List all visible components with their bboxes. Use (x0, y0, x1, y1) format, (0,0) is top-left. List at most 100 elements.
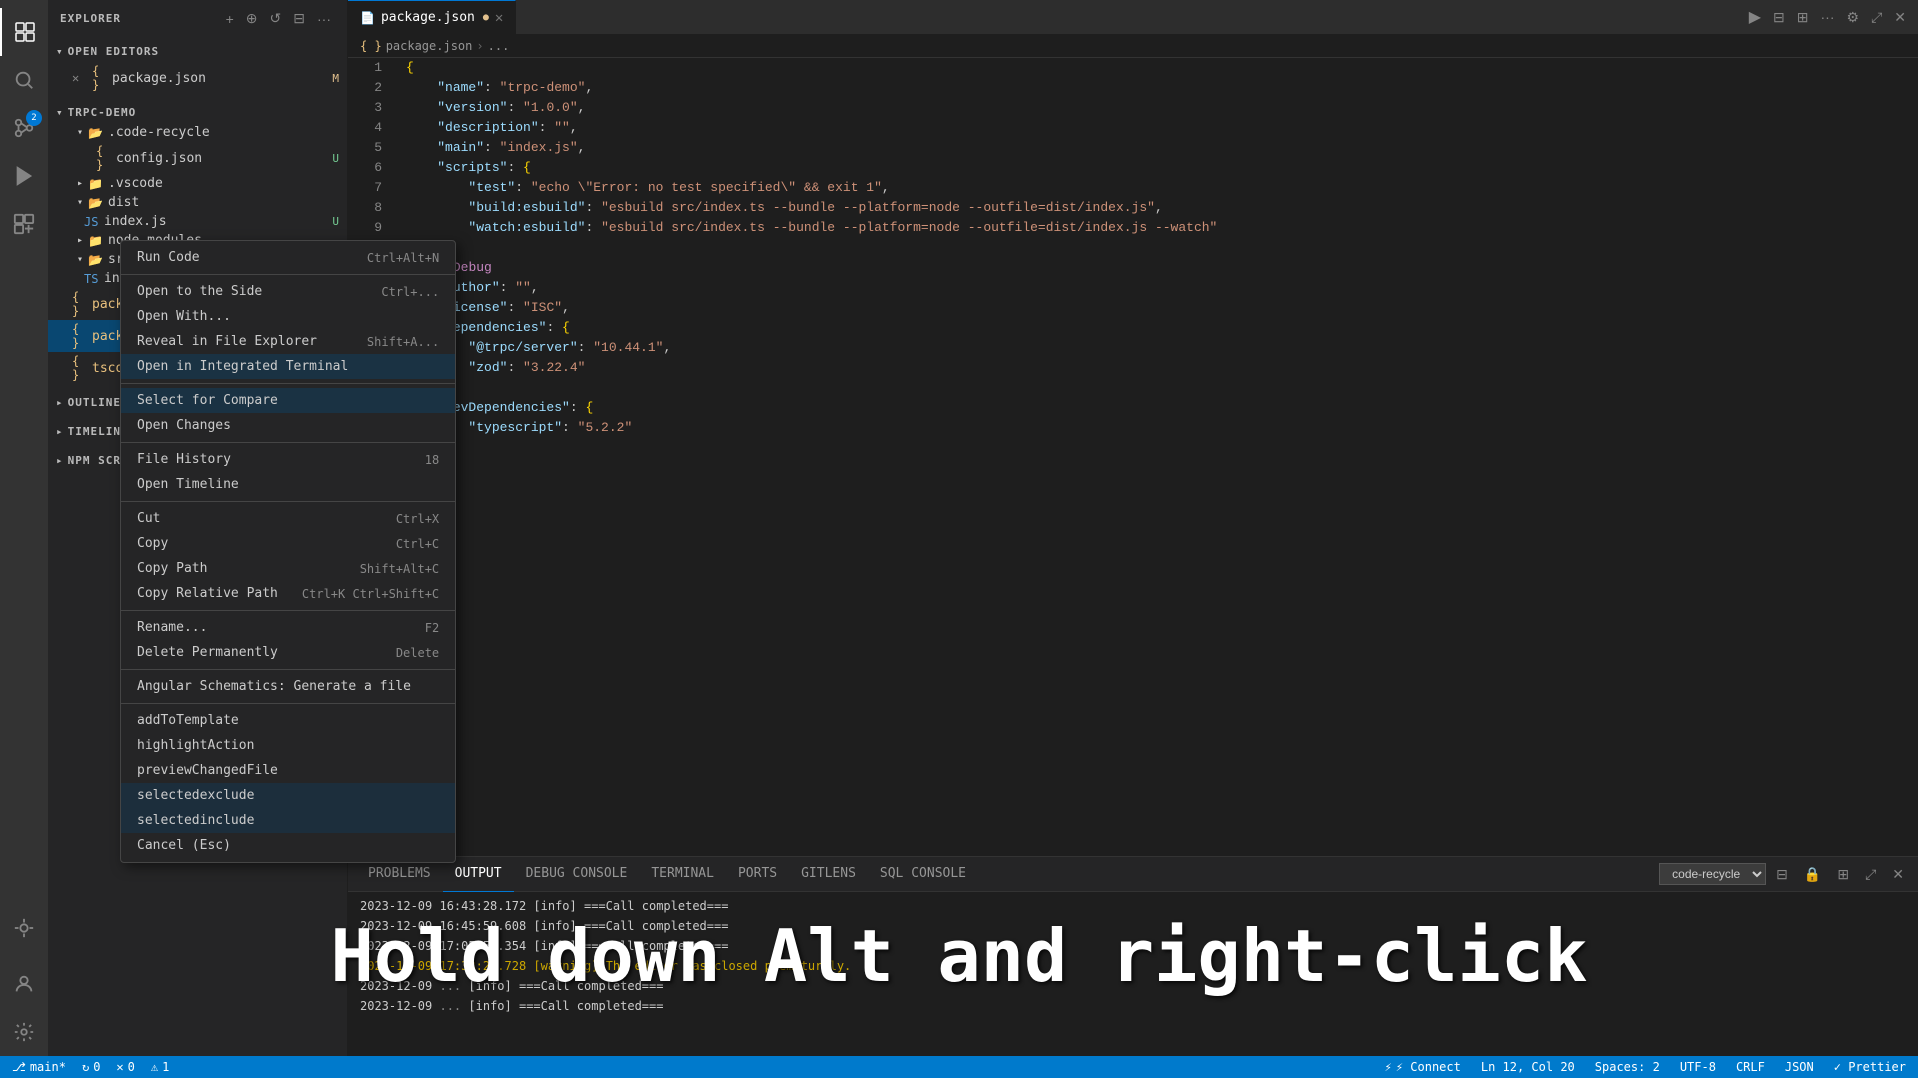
tab-package-json[interactable]: 📄 package.json ● ✕ (348, 0, 516, 35)
editor-action-maximize[interactable]: ⤢ (1867, 7, 1886, 28)
sidebar-collapse-button[interactable]: ⊟ (289, 8, 309, 29)
tab-sql-console[interactable]: SQL CONSOLE (868, 857, 978, 892)
ctx-file-history[interactable]: File History 18 (121, 447, 455, 472)
ctx-angular[interactable]: Angular Schematics: Generate a file (121, 674, 455, 699)
folder-vscode[interactable]: ▸ 📁 .vscode (48, 174, 347, 193)
code-line-4: "description": "", (406, 118, 1910, 138)
activity-search[interactable] (0, 56, 48, 104)
code-line-7: "test": "echo \"Error: no test specified… (406, 178, 1910, 198)
open-editor-package-json[interactable]: ✕ { } package.json M (48, 62, 347, 94)
panel-clear-button[interactable]: ⊟ (1770, 862, 1794, 887)
activity-source-control[interactable]: 2 (0, 104, 48, 152)
status-connect[interactable]: ⚡ ⚡ Connect (1381, 1060, 1465, 1074)
status-errors[interactable]: ✕ 0 (112, 1060, 138, 1074)
ctx-rename[interactable]: Rename... F2 (121, 615, 455, 640)
ctx-add-template[interactable]: addToTemplate (121, 708, 455, 733)
ctx-selected-include[interactable]: selectedinclude (121, 808, 455, 833)
tab-ports[interactable]: PORTS (726, 857, 789, 892)
ctx-open-timeline[interactable]: Open Timeline (121, 472, 455, 497)
ctx-open-side[interactable]: Open to the Side Ctrl+... (121, 279, 455, 304)
ctx-preview-changed[interactable]: previewChangedFile (121, 758, 455, 783)
activity-explorer[interactable] (0, 8, 48, 56)
ctx-selected-exclude[interactable]: selectedexclude (121, 783, 455, 808)
status-sync[interactable]: ↻ 0 (78, 1060, 104, 1074)
activity-run[interactable] (0, 152, 48, 200)
close-file-icon[interactable]: ✕ (72, 71, 88, 85)
tab-gitlens[interactable]: GITLENS (789, 857, 868, 892)
status-encoding[interactable]: UTF-8 (1676, 1060, 1720, 1074)
ctx-delete[interactable]: Delete Permanently Delete (121, 640, 455, 665)
panel-open-external-button[interactable]: ⊞ (1831, 862, 1855, 887)
breadcrumb: { } package.json › ... (348, 35, 1918, 58)
panel-close-button[interactable]: ✕ (1886, 862, 1910, 887)
breadcrumb-path: ... (488, 39, 510, 53)
folder-dist[interactable]: ▾ 📂 dist (48, 193, 347, 212)
line-num-5: 5 (356, 138, 382, 158)
ctx-copy-relative-path[interactable]: Copy Relative Path Ctrl+K Ctrl+Shift+C (121, 581, 455, 606)
file-config-json[interactable]: { } config.json U (48, 142, 347, 174)
file-tsconfig-icon: { } (72, 354, 88, 382)
ctx-open-side-shortcut: Ctrl+... (381, 285, 439, 299)
editor-action-split[interactable]: ⊟ (1769, 7, 1789, 28)
ctx-open-with[interactable]: Open With... (121, 304, 455, 329)
ctx-cancel[interactable]: Cancel (Esc) (121, 833, 455, 858)
tab-close-button[interactable]: ✕ (495, 10, 503, 26)
code-line-5: "main": "index.js", (406, 138, 1910, 158)
editor-action-view[interactable]: ⊞ (1793, 7, 1813, 28)
ctx-cut[interactable]: Cut Ctrl+X (121, 506, 455, 531)
ctx-select-compare-label: Select for Compare (137, 393, 278, 408)
status-prettier[interactable]: ✓ Prettier (1830, 1060, 1910, 1074)
trpc-demo-label[interactable]: ▾ TRPC-DEMO (48, 102, 347, 123)
sidebar-refresh-button[interactable]: ↺ (266, 8, 286, 29)
activity-extensions[interactable] (0, 200, 48, 248)
editor-action-close-panel[interactable]: ✕ (1890, 7, 1910, 28)
status-line-col[interactable]: Ln 12, Col 20 (1477, 1060, 1579, 1074)
ctx-cut-shortcut: Ctrl+X (396, 512, 439, 526)
status-language[interactable]: JSON (1781, 1060, 1818, 1074)
activity-account[interactable] (0, 960, 48, 1008)
activity-settings[interactable] (0, 1008, 48, 1056)
open-editor-badge: M (332, 72, 347, 85)
status-branch[interactable]: ⎇ main* (8, 1060, 70, 1074)
ctx-reveal-label: Reveal in File Explorer (137, 334, 317, 349)
git-branch-label: main* (30, 1060, 66, 1074)
file-index-js[interactable]: JS index.js U (48, 212, 347, 231)
breadcrumb-sep: › (476, 39, 483, 53)
status-spaces[interactable]: Spaces: 2 (1591, 1060, 1664, 1074)
editor-action-settings[interactable]: ⚙ (1843, 7, 1864, 28)
editor-action-more[interactable]: ··· (1817, 7, 1839, 27)
code-line-11: "author": "", (406, 278, 1910, 298)
status-warnings[interactable]: ⚠ 1 (147, 1060, 173, 1074)
breadcrumb-filename[interactable]: package.json (386, 39, 473, 53)
sidebar-new-file-button[interactable]: + (222, 8, 238, 29)
folder-src-icon: 📂 (88, 253, 104, 267)
tab-terminal[interactable]: TERMINAL (639, 857, 726, 892)
ctx-open-terminal[interactable]: Open in Integrated Terminal (121, 354, 455, 379)
panel-maximize-button[interactable]: ⤢ (1859, 862, 1882, 887)
ctx-sep-5 (121, 610, 455, 611)
ctx-reveal-explorer[interactable]: Reveal in File Explorer Shift+A... (121, 329, 455, 354)
ctx-run-code[interactable]: Run Code Ctrl+Alt+N (121, 245, 455, 270)
file-badge-config: U (332, 152, 347, 165)
ctx-open-changes[interactable]: Open Changes (121, 413, 455, 438)
tab-label: package.json (381, 10, 475, 25)
code-line-16: }, (406, 378, 1910, 398)
sidebar-new-folder-button[interactable]: ⊕ (242, 8, 262, 29)
panel-output-dropdown[interactable]: code-recycle (1659, 863, 1766, 885)
tab-debug-console[interactable]: DEBUG CONSOLE (514, 857, 640, 892)
ctx-copy-path[interactable]: Copy Path Shift+Alt+C (121, 556, 455, 581)
code-editor[interactable]: 1 2 3 4 5 6 7 8 9 10 11 12 13 14 15 16 1 (348, 58, 1918, 856)
activity-gitlens[interactable] (0, 904, 48, 952)
sidebar-more-button[interactable]: ··· (313, 8, 335, 29)
status-line-ending[interactable]: CRLF (1732, 1060, 1769, 1074)
file-js-icon: JS (84, 215, 100, 229)
panel-lock-button[interactable]: 🔒 (1798, 862, 1827, 887)
ctx-highlight-action[interactable]: highlightAction (121, 733, 455, 758)
open-editors-arrow: ▾ (56, 45, 64, 58)
code-line-debug: ▶ Debug (398, 258, 1910, 278)
open-editors-label[interactable]: ▾ OPEN EDITORS (48, 41, 347, 62)
editor-action-play[interactable]: ▶ (1745, 5, 1765, 29)
folder-code-recycle[interactable]: ▾ 📂 .code-recycle (48, 123, 347, 142)
ctx-copy[interactable]: Copy Ctrl+C (121, 531, 455, 556)
ctx-select-compare[interactable]: Select for Compare (121, 388, 455, 413)
